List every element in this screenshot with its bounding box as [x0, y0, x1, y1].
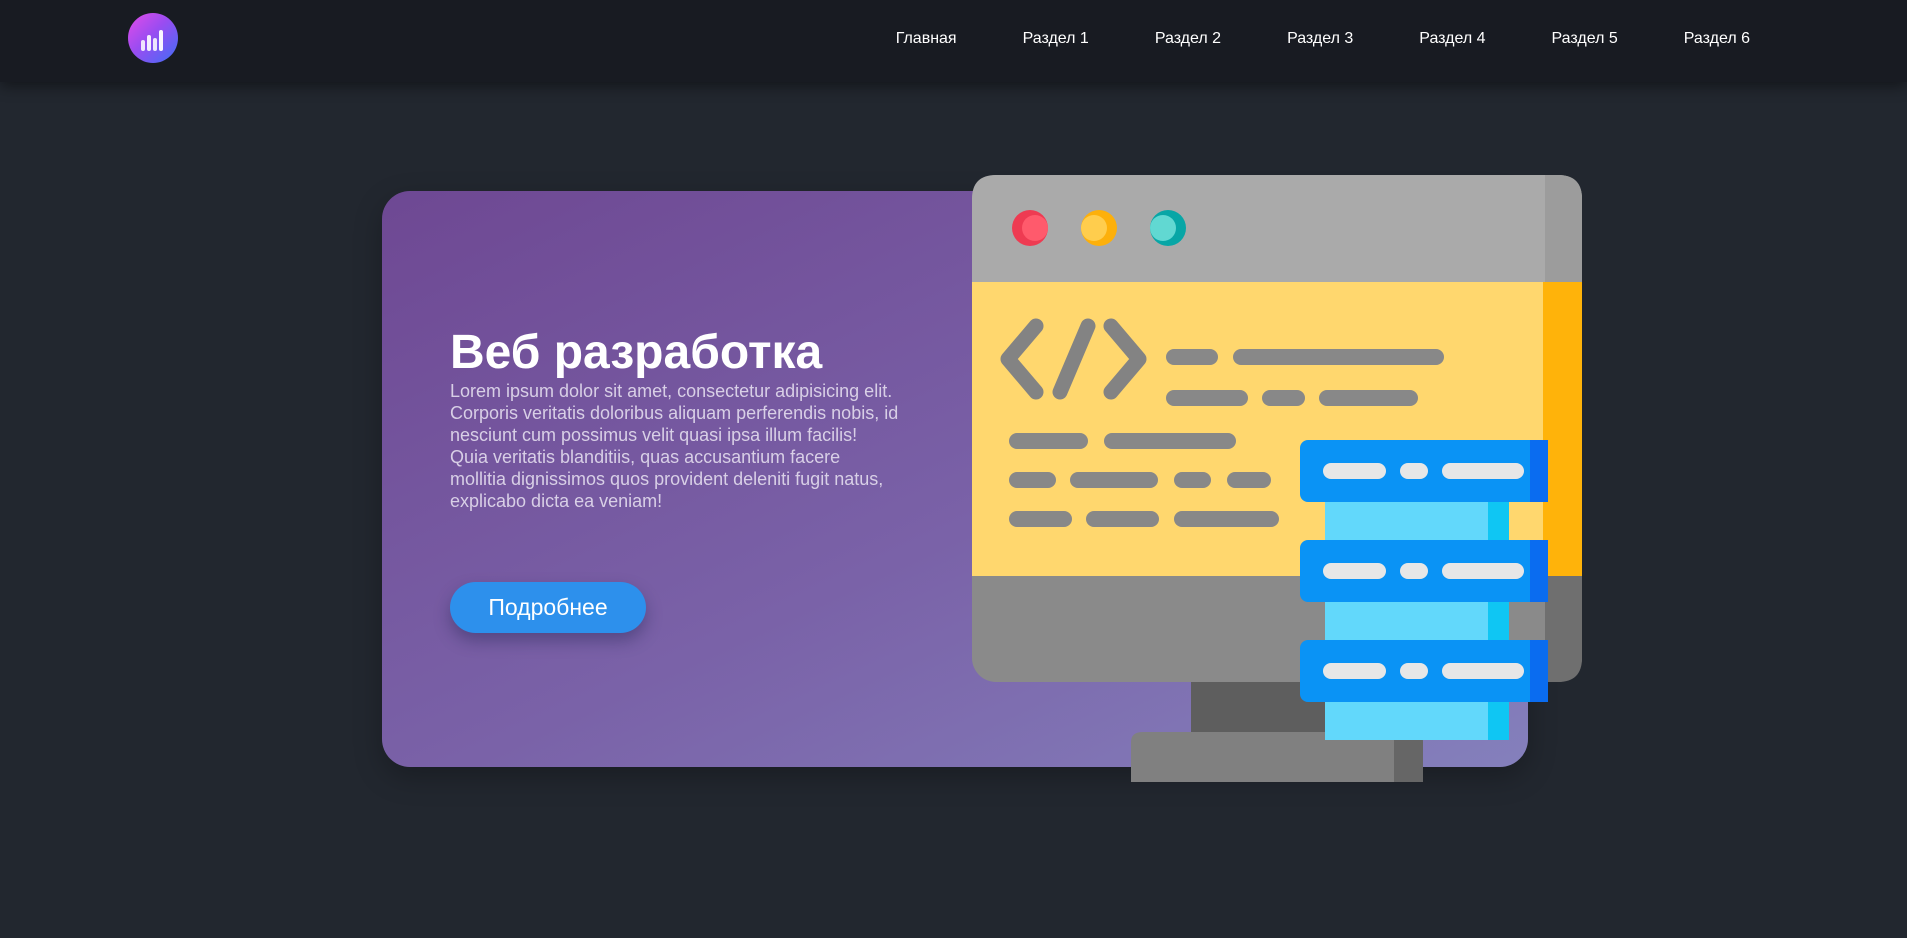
nav-item-section-4[interactable]: Раздел 4	[1419, 30, 1485, 48]
main-nav: Главная Раздел 1 Раздел 2 Раздел 3 Разде…	[896, 0, 1750, 78]
hero-title: Веб разработка	[450, 326, 823, 379]
nav-item-section-2[interactable]: Раздел 2	[1155, 30, 1221, 48]
nav-item-section-3[interactable]: Раздел 3	[1287, 30, 1353, 48]
browser-title-bar	[972, 175, 1582, 282]
web-development-monitor-icon	[972, 175, 1582, 782]
bar-chart-logo-icon	[141, 30, 163, 51]
top-navigation-bar: Главная Раздел 1 Раздел 2 Раздел 3 Разде…	[0, 0, 1907, 82]
logo-icon[interactable]	[128, 13, 178, 63]
nav-item-section-6[interactable]: Раздел 6	[1684, 30, 1750, 48]
hero-description: Lorem ipsum dolor sit amet, consectetur …	[450, 381, 899, 511]
server-stack-icon	[1300, 440, 1548, 740]
nav-item-section-5[interactable]: Раздел 5	[1552, 30, 1618, 48]
more-button[interactable]: Подробнее	[450, 582, 646, 633]
nav-item-home[interactable]: Главная	[896, 30, 957, 48]
nav-item-section-1[interactable]: Раздел 1	[1023, 30, 1089, 48]
